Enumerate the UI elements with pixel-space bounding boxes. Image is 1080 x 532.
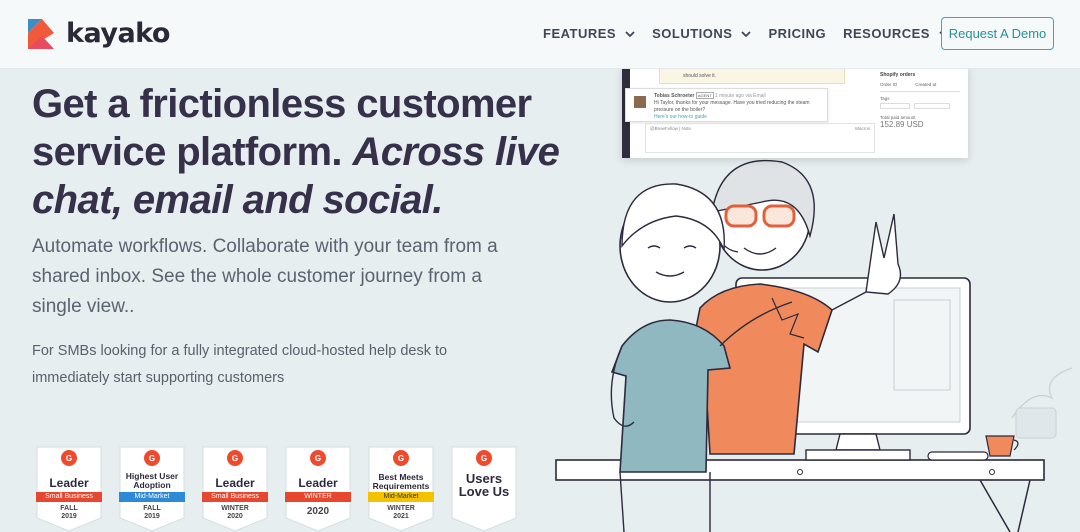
badge-ribbon: Mid-Market bbox=[119, 492, 185, 502]
nav-features[interactable]: FEATURES bbox=[543, 26, 635, 41]
author-meta: 1 minute ago via Email bbox=[715, 93, 766, 99]
hero-headline: Get a frictionless customer service plat… bbox=[32, 80, 562, 224]
nav-resources[interactable]: RESOURCES bbox=[843, 26, 949, 41]
reply-composer: @BrewFellow | Note Macros bbox=[645, 123, 875, 153]
reply-tab: Note bbox=[681, 126, 692, 131]
g2-badge-leader-fall-2019: G Leader Small Business FALL 2019 bbox=[36, 446, 102, 532]
nav-features-label: FEATURES bbox=[543, 26, 617, 41]
badge-title: Best Meets Requirements bbox=[372, 472, 430, 491]
badge-title: Leader bbox=[49, 476, 89, 490]
kayako-logo[interactable]: kayako bbox=[28, 18, 170, 49]
nav-pricing-label: PRICING bbox=[768, 26, 827, 41]
glasses-icon bbox=[724, 204, 758, 228]
hero-subhead: Automate workflows. Collaborate with you… bbox=[32, 236, 498, 317]
created-label: Created at bbox=[915, 82, 937, 87]
badge-ribbon: Mid-Market bbox=[368, 492, 434, 502]
badge-year: 2020 bbox=[227, 513, 243, 520]
nav-solutions-label: SOLUTIONS bbox=[652, 26, 733, 41]
g2-badge-users-love-us: G Users Love Us bbox=[451, 446, 517, 532]
g2-badge-leader-winter-2020: G Leader Small Business WINTER 2020 bbox=[202, 446, 268, 532]
avatar bbox=[634, 96, 646, 108]
reply-assignee: Macros bbox=[855, 126, 870, 131]
badge-season: FALL bbox=[143, 505, 161, 512]
hero-audience: For SMBs looking for a fully integrated … bbox=[32, 343, 448, 386]
badge-ribbon: WINTER bbox=[285, 492, 351, 502]
badge-year: 2019 bbox=[61, 513, 77, 520]
headline-italic-across: Across bbox=[352, 130, 485, 174]
request-demo-button[interactable]: Request A Demo bbox=[941, 17, 1054, 50]
nav-resources-label: RESOURCES bbox=[843, 26, 930, 41]
badge-season: FALL bbox=[60, 505, 78, 512]
badge-title: Leader bbox=[298, 476, 338, 490]
nav-solutions[interactable]: SOLUTIONS bbox=[652, 26, 752, 41]
badge-title: Leader bbox=[215, 476, 255, 490]
badge-title: Highest User Adoption bbox=[125, 471, 179, 490]
badge-season: WINTER bbox=[221, 505, 249, 512]
g2-logo-icon: G bbox=[310, 450, 326, 466]
site-header: kayako FEATURES SOLUTIONS PRICING RESOUR… bbox=[0, 0, 1080, 69]
coffee-cup-icon bbox=[985, 435, 1015, 457]
badge-title: Users Love Us bbox=[458, 471, 510, 499]
panel-title: Shopify orders bbox=[880, 72, 916, 78]
shopify-panel: Shopify orders Order ID Created at Tags … bbox=[880, 72, 966, 156]
badge-year: 2021 bbox=[393, 513, 409, 520]
two-agents-illustration bbox=[555, 159, 1073, 532]
agent-reply: Tobias Schroeter AGENT 1 minute ago via … bbox=[625, 88, 828, 122]
brand-name: kayako bbox=[66, 18, 170, 49]
main-nav: FEATURES SOLUTIONS PRICING RESOURCES bbox=[543, 26, 966, 41]
g2-badges: G Leader Small Business FALL 2019 G High… bbox=[36, 446, 534, 532]
reply-link: Here's our how-to guide bbox=[654, 114, 707, 120]
author-tag: AGENT bbox=[695, 92, 714, 99]
g2-logo-icon: G bbox=[61, 450, 77, 466]
chevron-down-icon bbox=[625, 30, 635, 37]
total-value: 152.89 USD bbox=[880, 120, 924, 129]
badge-ribbon: Small Business bbox=[202, 492, 268, 502]
tags-label: Tags bbox=[880, 96, 890, 101]
nav-pricing[interactable]: PRICING bbox=[768, 26, 826, 41]
g2-logo-icon: G bbox=[144, 450, 160, 466]
g2-logo-icon: G bbox=[227, 450, 243, 466]
badge-year: 2020 bbox=[306, 506, 330, 517]
g2-badge-highest-adoption-fall-2019: G Highest User Adoption Mid-Market FALL … bbox=[119, 446, 185, 532]
g2-badge-best-requirements-winter-2021: G Best Meets Requirements Mid-Market WIN… bbox=[368, 446, 434, 532]
badge-ribbon: Small Business bbox=[36, 492, 102, 502]
customer-message-text: should solve it. bbox=[683, 73, 717, 79]
author-name: Tobias Schroeter bbox=[654, 93, 695, 99]
g2-badge-leader-2020: G Leader WINTER 2020 bbox=[285, 446, 351, 532]
kayako-logo-mark-icon bbox=[28, 18, 54, 49]
reply-body: Hi Taylor, thanks for your message. Have… bbox=[654, 100, 810, 113]
reply-to: @BrewFellow bbox=[650, 126, 678, 131]
g2-logo-icon: G bbox=[393, 450, 409, 466]
badge-year: 2019 bbox=[144, 513, 160, 520]
badge-season: WINTER bbox=[387, 505, 415, 512]
order-label: Order ID bbox=[880, 82, 898, 87]
app-preview-screenshot: should solve it. Tobias Schroeter AGENT … bbox=[622, 66, 968, 158]
g2-logo-icon: G bbox=[476, 450, 492, 466]
chevron-down-icon bbox=[741, 30, 752, 37]
